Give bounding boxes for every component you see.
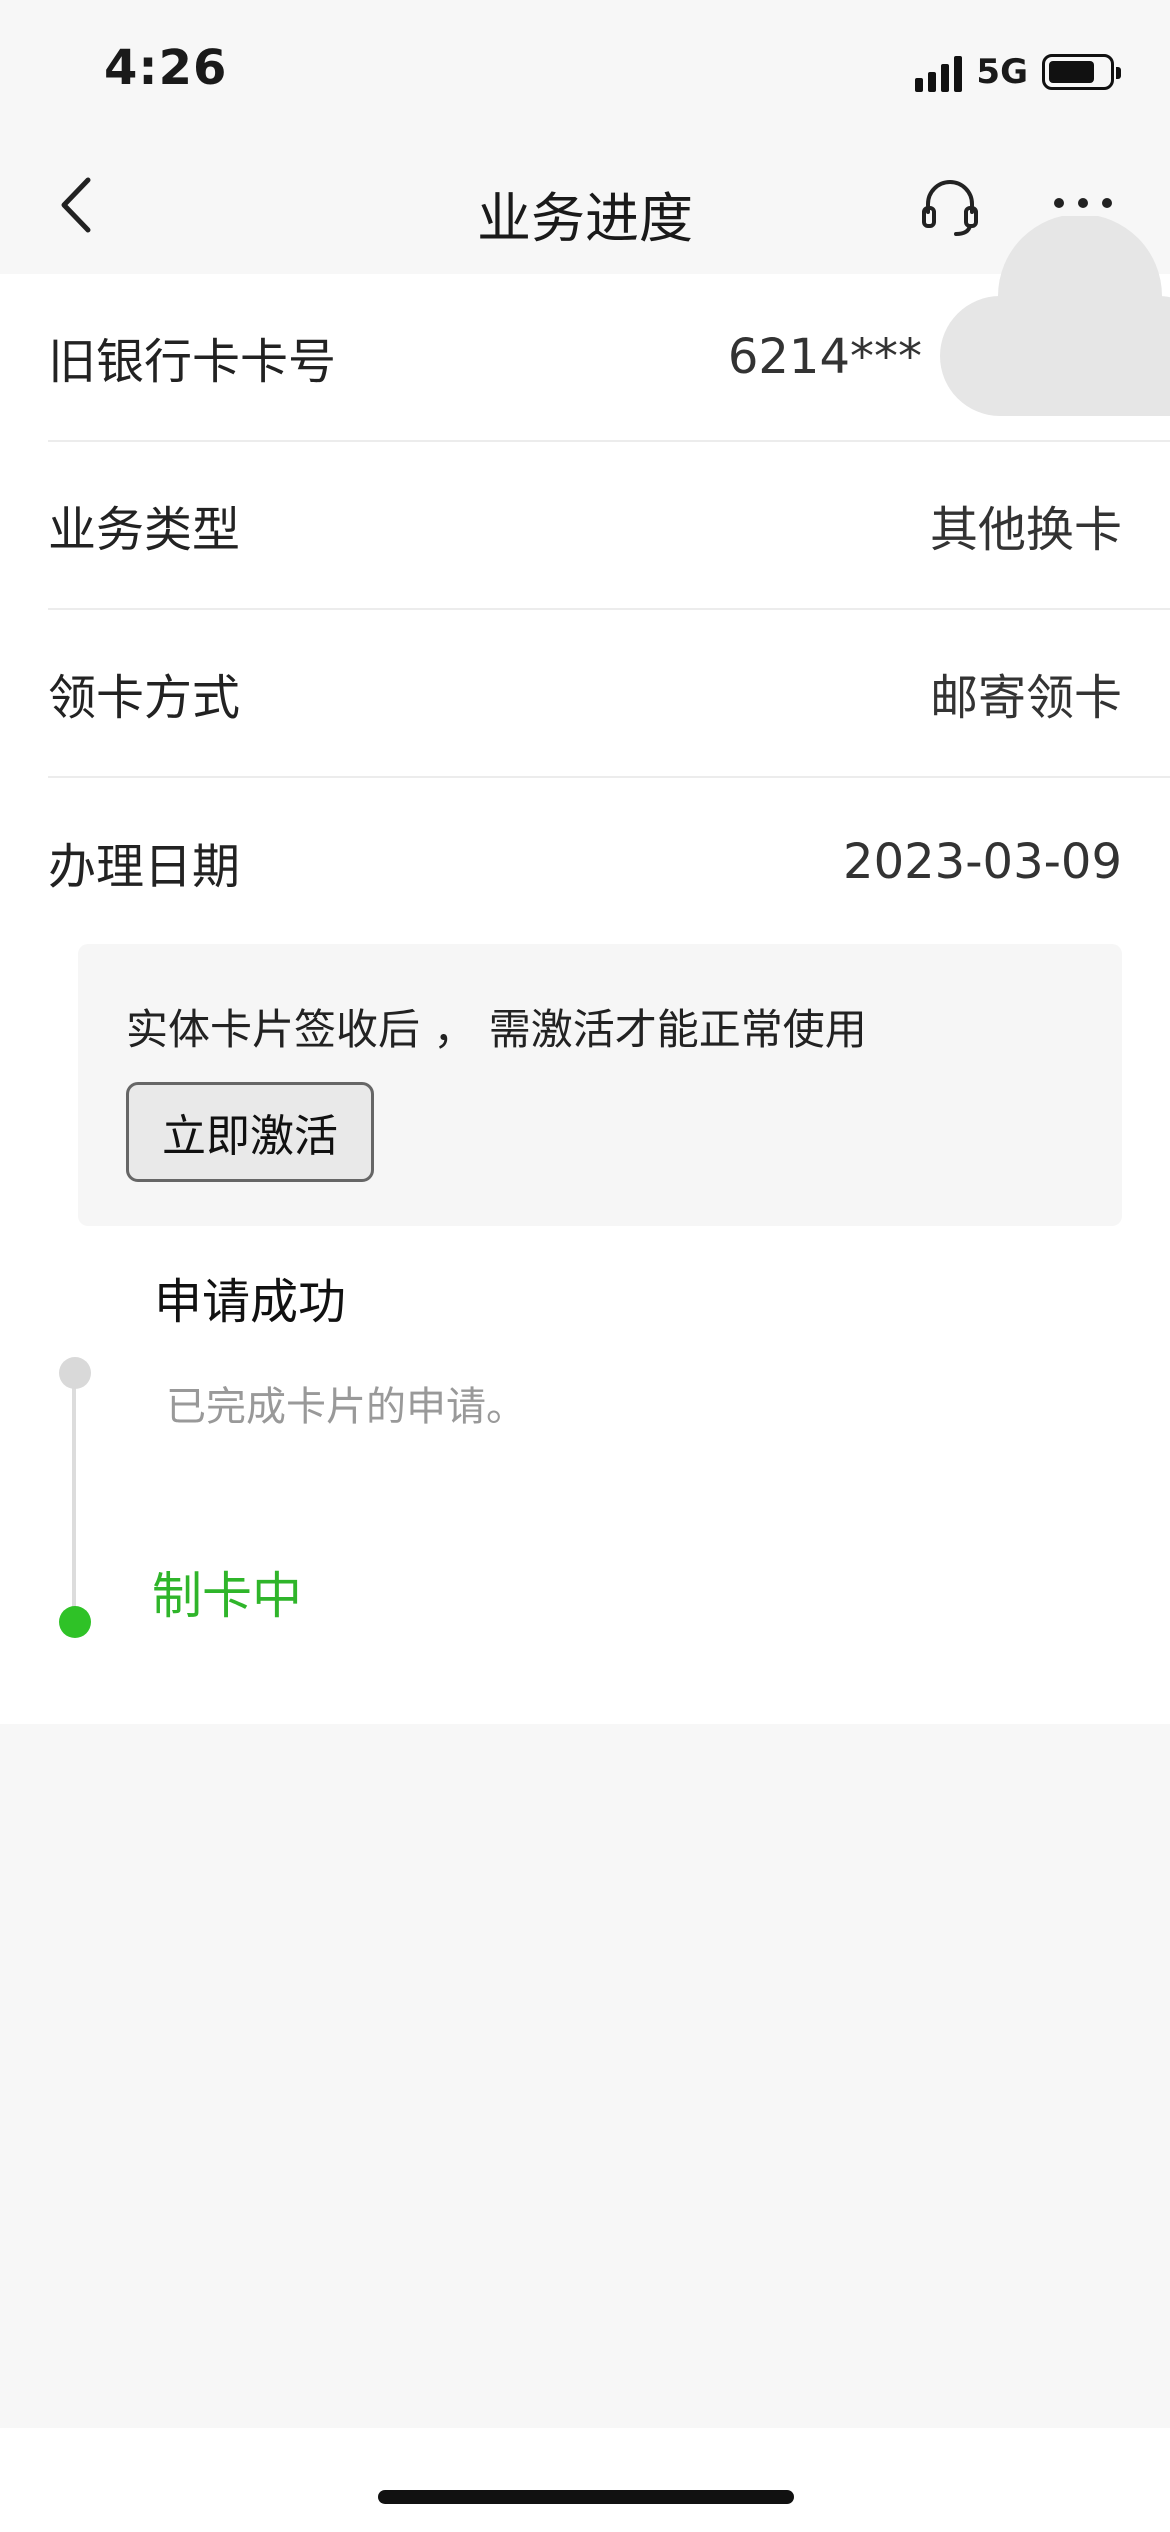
home-indicator[interactable] — [378, 2490, 794, 2504]
activate-button[interactable]: 立即激活 — [126, 1082, 374, 1182]
timeline-dot-current — [59, 1606, 91, 1638]
timeline-dot-complete — [59, 1357, 91, 1389]
detail-value: 6214*** — [727, 329, 922, 385]
status-bar: 4:26 5G — [0, 0, 1170, 140]
timeline-step-title: 申请成功 — [154, 1274, 347, 1330]
detail-value: 2023-03-09 — [843, 834, 1122, 890]
detail-value: 其他换卡 — [929, 502, 1122, 558]
detail-label: 业务类型 — [48, 502, 241, 558]
timeline-step-desc: 已完成卡片的申请。 — [166, 1384, 526, 1430]
battery-icon — [1042, 54, 1121, 90]
notice-text: 实体卡片签收后 ， 需激活才能正常使用 — [126, 1005, 867, 1054]
detail-row-business-type: 业务类型 其他换卡 — [48, 442, 1170, 610]
detail-row-date: 办理日期 2023-03-09 — [48, 778, 1170, 946]
timeline-line — [72, 1372, 76, 1620]
detail-label: 领卡方式 — [48, 670, 241, 726]
status-right: 5G — [915, 52, 1121, 92]
status-time: 4:26 — [104, 40, 228, 96]
detail-label: 旧银行卡卡号 — [48, 334, 337, 390]
redaction-cloud — [940, 216, 1170, 416]
network-label: 5G — [976, 52, 1028, 92]
detail-label: 办理日期 — [48, 839, 241, 895]
detail-row-pickup-method: 领卡方式 邮寄领卡 — [48, 610, 1170, 778]
more-icon[interactable] — [1052, 188, 1114, 218]
activation-notice: 实体卡片签收后 ， 需激活才能正常使用 立即激活 — [78, 944, 1122, 1226]
timeline-step-current-title: 制卡中 — [152, 1567, 302, 1625]
detail-value: 邮寄领卡 — [929, 670, 1122, 726]
bottom-safe-area — [0, 2428, 1170, 2532]
signal-icon — [915, 52, 963, 92]
